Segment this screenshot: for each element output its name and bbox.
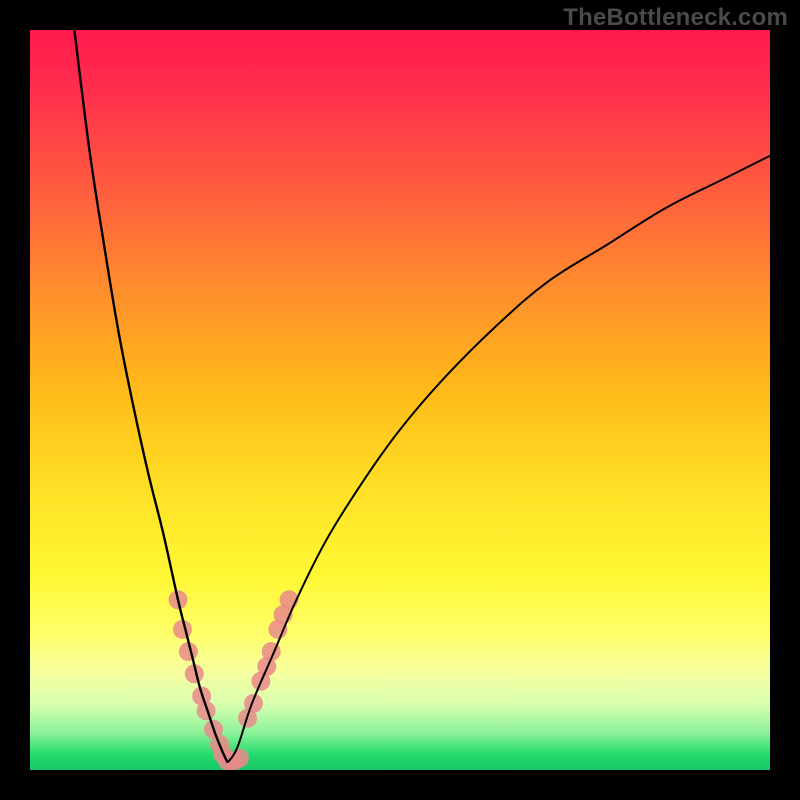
highlight-dot xyxy=(218,752,237,770)
highlight-dot xyxy=(179,642,198,661)
highlight-dot xyxy=(274,605,293,624)
highlight-dot xyxy=(169,590,188,609)
highlight-dot xyxy=(173,620,192,639)
highlight-dot xyxy=(238,709,257,728)
highlight-dot xyxy=(244,694,263,713)
highlight-dot xyxy=(185,664,204,683)
highlight-dot xyxy=(224,752,243,770)
highlight-dot xyxy=(210,735,229,754)
chart-frame: TheBottleneck.com xyxy=(0,0,800,800)
highlight-dot xyxy=(192,687,211,706)
highlight-dot xyxy=(251,672,270,691)
highlight-dot xyxy=(262,642,281,661)
highlight-dots xyxy=(169,590,299,770)
highlight-dot xyxy=(230,749,249,768)
highlight-dot xyxy=(268,620,287,639)
highlight-dot xyxy=(257,657,276,676)
right-curve xyxy=(228,156,770,763)
highlight-dot xyxy=(213,744,232,763)
watermark-text: TheBottleneck.com xyxy=(563,4,788,32)
plot-area xyxy=(30,30,770,770)
left-curve xyxy=(74,30,227,763)
highlight-dot xyxy=(204,720,223,739)
curve-layer xyxy=(30,30,770,770)
highlight-dot xyxy=(197,701,216,720)
highlight-dot xyxy=(280,590,299,609)
